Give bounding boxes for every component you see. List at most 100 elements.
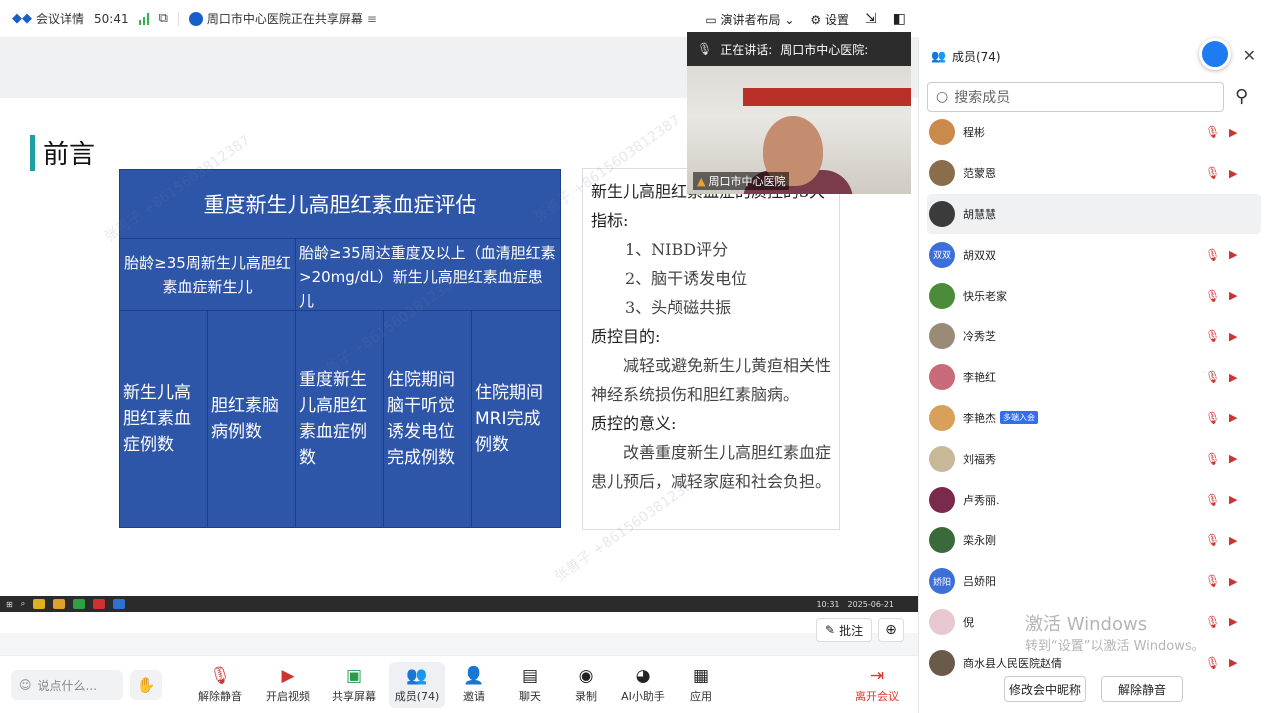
unmute-all-button[interactable]: 解除静音 (1101, 676, 1183, 702)
mic-off-icon: 🎙 (1205, 451, 1221, 466)
mic-off-icon: 🎙 (1205, 247, 1221, 262)
meeting-details-label: 会议详情 (36, 12, 85, 26)
leave-meeting-button[interactable]: ⇥ 离开会议 (849, 662, 905, 708)
member-name: 胡双双 (963, 248, 996, 262)
camera-off-icon: ▶ (1229, 370, 1238, 384)
background-banner (743, 88, 911, 106)
avatar (929, 119, 955, 146)
member-row[interactable]: 李艳杰 多端入会 🎙 ▶ (919, 398, 1268, 439)
meeting-details-button[interactable]: ◆◆ 会议详情 (12, 10, 84, 27)
start-video-button[interactable]: ▶ 开启视频 (260, 662, 316, 708)
chevron-down-icon: ⌄ (784, 12, 795, 27)
quick-chat-placeholder: 说点什么... (37, 678, 97, 693)
mic-off-icon: 🎙 (1205, 288, 1221, 303)
avatar (929, 282, 955, 309)
speaker-video[interactable]: 🎙 正在讲话: 周口市中心医院: ▲ 周口市中心医院 (687, 32, 911, 194)
member-row[interactable]: 刘福秀 🎙 ▶ (919, 438, 1268, 479)
member-row[interactable]: 双双 胡双双 🎙 ▶ (919, 234, 1268, 275)
unmute-button[interactable]: 🎙 解除静音 (192, 662, 248, 708)
member-row[interactable]: 栾永刚 🎙 ▶ (919, 520, 1268, 561)
meaning-title: 质控的意义: (591, 414, 677, 433)
hand-icon: ✋ (136, 676, 156, 694)
chat-label: 聊天 (519, 689, 541, 703)
camera-off-icon: ▶ (1229, 125, 1238, 139)
member-row[interactable]: 卢秀丽. 🎙 ▶ (919, 479, 1268, 520)
table-cell: 住院期间脑干听觉诱发电位完成例数 (384, 311, 472, 527)
camera-off-icon: ▶ (281, 665, 295, 686)
record-button[interactable]: ◉ 录制 (558, 662, 614, 708)
table-title: 重度新生儿高胆红素血症评估 (120, 170, 560, 239)
avatar (929, 486, 955, 513)
avatar: 娇阳 (929, 568, 955, 595)
share-status[interactable]: 周口市中心医院正在共享屏幕 ≡ (188, 10, 377, 27)
table-row: 新生儿高胆红素血症例数 胆红素脑病例数 重度新生儿高胆红素血症例数 住院期间脑干… (120, 311, 560, 527)
camera-off-icon: ▶ (1229, 656, 1238, 670)
layout-icon: ▭ (705, 12, 717, 27)
floating-assistant-button[interactable] (1199, 38, 1231, 70)
popout-icon[interactable]: ⧉ (159, 11, 168, 26)
share-status-text: 周口市中心医院正在共享屏幕 (206, 12, 363, 26)
member-search-input[interactable]: ○ 搜索成员 (927, 82, 1224, 112)
ai-assistant-label: AI小助手 (621, 689, 665, 703)
assessment-table: 重度新生儿高胆红素血症评估 胎龄≥35周新生儿高胆红素血症新生儿 胎龄≥35周达… (119, 169, 561, 528)
mic-off-icon: 🎙 (1205, 655, 1221, 670)
taskbar-date: 2025-06-21 (847, 599, 895, 609)
invite-button[interactable]: 👤 邀请 (446, 662, 502, 708)
layout-label: 演讲者布局 (720, 12, 781, 27)
member-name: 冷秀芝 (963, 330, 996, 344)
chat-button[interactable]: ▤ 聊天 (502, 662, 558, 708)
share-screen-button[interactable]: ▣ 共享屏幕 (326, 662, 382, 708)
camera-off-icon: ▶ (1229, 329, 1238, 343)
collapse-icon[interactable]: ⇲ (865, 11, 877, 27)
member-row[interactable]: 娇阳 吕娇阳 🎙 ▶ (919, 561, 1268, 602)
slide-heading: 前言 (30, 134, 95, 171)
settings-button[interactable]: ⚙ 设置 (810, 11, 849, 28)
add-member-icon[interactable]: ⚲ (1235, 86, 1248, 107)
camera-off-icon: ▶ (1229, 493, 1238, 507)
apps-button[interactable]: ▦ 应用 (673, 662, 729, 708)
list-item: 2、脑干诱发电位 (625, 269, 748, 288)
member-row[interactable]: 快乐老家 🎙 ▶ (919, 275, 1268, 316)
divider (177, 11, 179, 26)
members-icon: 👥 (931, 49, 946, 63)
raise-hand-button[interactable]: ✋ (130, 670, 162, 700)
member-list: 程彬 🎙 ▶ 范蒙恩 🎙 ▶ 胡慧慧 双双 胡双双 🎙 ▶ 快乐老家 🎙 ▶ 冷… (919, 112, 1268, 683)
member-name: 刘福秀 (963, 452, 996, 466)
zoom-in-button[interactable]: ⊕ (878, 618, 904, 642)
goal-text: 减轻或避免新生儿黄疸相关性神经系统损伤和胆红素脑病。 (591, 356, 832, 404)
taskbar-app-icon (33, 599, 46, 609)
member-row[interactable]: 范蒙恩 🎙 ▶ (919, 153, 1268, 194)
table-cell: 新生儿高胆红素血症例数 (120, 311, 208, 527)
settings-label: 设置 (825, 12, 850, 27)
slide-title: 前言 (43, 140, 96, 170)
mic-off-icon: 🎙 (1205, 329, 1221, 344)
quick-chat-input[interactable]: ☺ 说点什么... (11, 670, 123, 700)
mic-off-icon: 🎙 (1205, 370, 1221, 385)
member-row[interactable]: 李艳红 🎙 ▶ (919, 357, 1268, 398)
ai-assistant-button[interactable]: ◕ AI小助手 (615, 662, 671, 708)
member-row[interactable]: 胡慧慧 (927, 193, 1261, 235)
chat-icon: ▤ (521, 665, 539, 686)
close-icon[interactable]: ✕ (1243, 46, 1256, 65)
annotate-button[interactable]: ✎ 批注 (816, 618, 873, 642)
members-button[interactable]: 👥 成员(74) (389, 662, 445, 708)
unmute-label: 解除静音 (198, 689, 242, 703)
member-name: 李艳红 (963, 371, 996, 385)
record-icon: ◉ (578, 665, 594, 686)
rename-button[interactable]: 修改会中昵称 (1004, 676, 1086, 702)
annotate-label: 批注 (839, 623, 864, 638)
member-name: 卢秀丽. (963, 493, 1000, 507)
member-row[interactable]: 程彬 🎙 ▶ (919, 112, 1268, 153)
host-icon: ▲ (697, 174, 706, 188)
table-row: 胎龄≥35周新生儿高胆红素血症新生儿 胎龄≥35周达重度及以上（血清胆红素>20… (120, 239, 560, 311)
member-row[interactable]: 冷秀芝 🎙 ▶ (919, 316, 1268, 357)
member-name: 栾永刚 (963, 534, 996, 548)
zoom-in-icon: ⊕ (885, 622, 897, 638)
sidebar-toggle-icon[interactable]: ◧ (893, 11, 906, 27)
list-item: 1、NIBD评分 (625, 240, 729, 259)
mic-off-icon: 🎙 (1205, 492, 1221, 507)
share-screen-icon: ▣ (345, 665, 363, 686)
layout-button[interactable]: ▭ 演讲者布局 ⌄ (705, 11, 794, 28)
avatar: 双双 (929, 241, 955, 268)
taskbar-app-icon (73, 599, 86, 609)
